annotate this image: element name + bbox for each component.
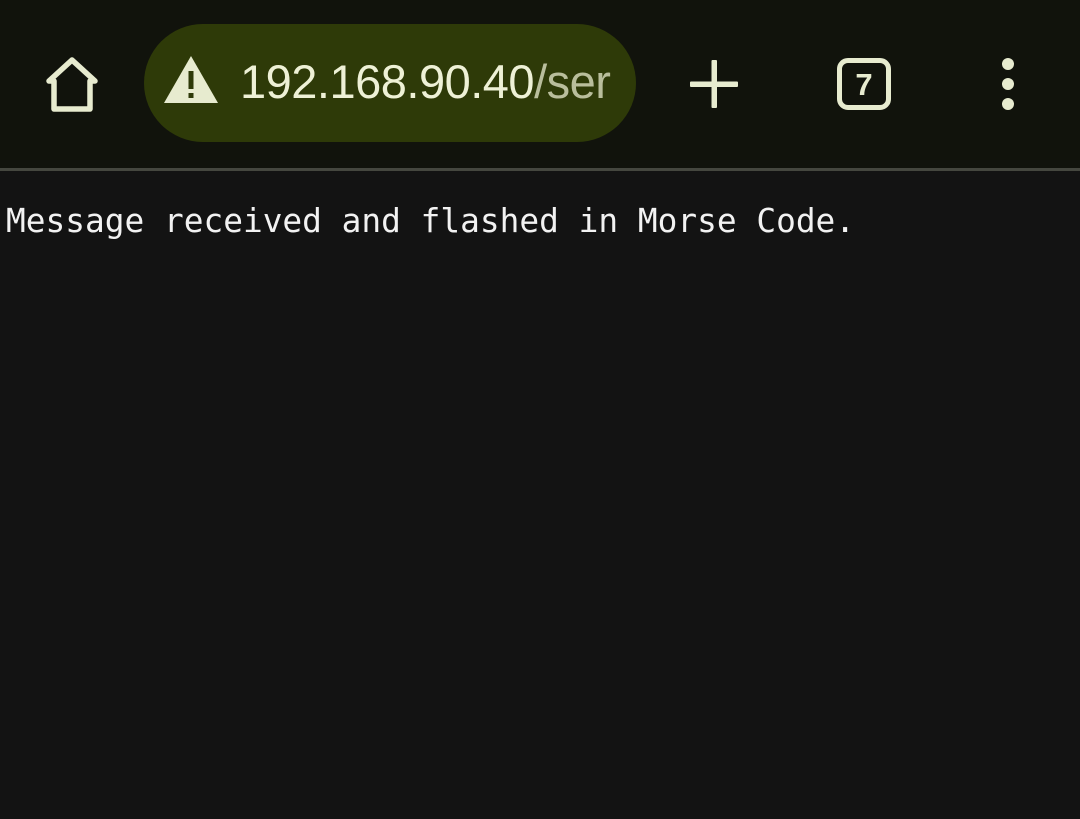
response-message: Message received and flashed in Morse Co… [6,202,856,240]
url-host: 192.168.90.40 [240,55,535,108]
plus-icon [690,60,738,108]
menu-button[interactable] [974,50,1042,118]
tab-switcher-button[interactable]: 7 [830,50,898,118]
browser-toolbar: 192.168.90.40/ser 7 [0,0,1080,168]
new-tab-button[interactable] [680,50,748,118]
tab-count: 7 [855,66,873,102]
url-path: /ser [534,55,611,108]
home-icon [46,57,98,112]
home-button[interactable] [38,50,106,118]
tab-count-box: 7 [837,58,891,110]
more-vert-icon [1002,58,1014,110]
warning-icon[interactable] [162,54,220,106]
address-bar[interactable]: 192.168.90.40/ser [144,24,636,142]
url-text[interactable]: 192.168.90.40/ser [240,52,611,112]
page-content: Message received and flashed in Morse Co… [0,171,1080,819]
